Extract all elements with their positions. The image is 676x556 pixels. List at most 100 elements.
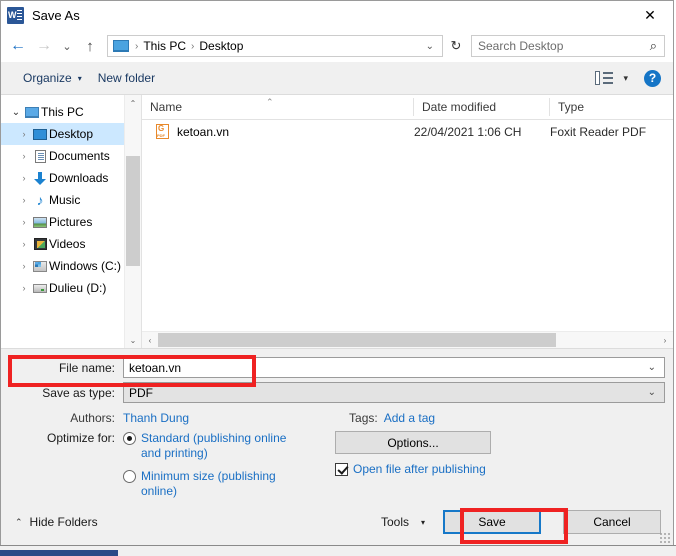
expander-icon[interactable]: ⌄ (9, 107, 23, 118)
chevron-down-icon[interactable]: ⌄ (640, 387, 664, 398)
expander-icon[interactable]: › (17, 151, 31, 161)
save-as-type-row: Save as type: PDF ⌄ (9, 382, 665, 403)
address-bar[interactable]: › This PC › Desktop ⌄ (107, 35, 443, 57)
radio-standard-label: Standard (publishing online and printing… (141, 431, 287, 460)
d-drive-icon (31, 283, 49, 293)
file-name-input[interactable]: ketoan.vn ⌄ (123, 357, 665, 378)
chevron-down-icon: ▾ (77, 73, 82, 83)
chevron-down-icon[interactable]: ⌄ (640, 362, 664, 373)
table-row[interactable]: ketoan.vn 22/04/2021 1:06 CH Foxit Reade… (142, 120, 673, 143)
checkbox-indicator[interactable] (335, 462, 348, 476)
sidebar-item-label: Downloads (49, 171, 109, 185)
expander-icon[interactable]: › (17, 173, 31, 183)
sidebar-item-documents[interactable]: › Documents (1, 145, 141, 167)
column-label: Name (150, 100, 183, 114)
sidebar-item-downloads[interactable]: › Downloads (1, 167, 141, 189)
address-dropdown-icon[interactable]: ⌄ (418, 41, 442, 52)
pictures-icon (31, 216, 49, 228)
sidebar-item-label: Music (49, 193, 81, 207)
recent-locations-icon[interactable]: ⌄ (57, 33, 77, 59)
metadata-row: Authors: Thanh Dung Tags: Add a tag (9, 411, 665, 425)
sidebar-item-dulieu-d[interactable]: › Dulieu (D:) (1, 277, 141, 299)
file-list-header: Name ⌃ Date modified Type (142, 95, 673, 120)
refresh-icon[interactable]: ↻ (445, 35, 467, 57)
sidebar-item-videos[interactable]: › Videos (1, 233, 141, 255)
file-name-text: ketoan.vn (177, 124, 230, 139)
close-icon[interactable]: ✕ (627, 1, 673, 30)
back-icon[interactable]: ← (5, 33, 31, 59)
radio-minimum-indicator[interactable] (123, 470, 136, 483)
cancel-button[interactable]: Cancel (563, 510, 661, 534)
tools-button[interactable]: Tools ▾ (381, 515, 425, 529)
sidebar-item-label: Windows (C:) (49, 259, 122, 273)
expander-icon[interactable]: › (17, 195, 31, 205)
expander-icon[interactable]: › (17, 217, 31, 227)
desktop-icon (31, 128, 49, 140)
radio-standard[interactable]: Standard (publishing online and printing… (123, 431, 291, 461)
scroll-up-icon[interactable]: ⌃ (125, 95, 141, 111)
view-options-icon[interactable] (595, 71, 614, 85)
column-header-type[interactable]: Type (550, 98, 673, 116)
options-button[interactable]: Options... (335, 431, 491, 454)
file-type-cell: Foxit Reader PDF (550, 124, 647, 139)
scroll-left-icon[interactable]: ‹ (142, 332, 158, 348)
organize-label: Organize (23, 71, 72, 85)
organize-button[interactable]: Organize ▾ (15, 67, 90, 89)
open-file-after-publishing-checkbox[interactable]: Open file after publishing (335, 462, 486, 476)
radio-minimum-size[interactable]: Minimum size (publishing online) (123, 469, 291, 499)
sidebar-item-windows-c[interactable]: › Windows (C:) (1, 255, 141, 277)
optimize-row: Optimize for: Standard (publishing onlin… (9, 431, 665, 499)
hide-folders-button[interactable]: ⌃ Hide Folders (15, 515, 98, 529)
help-icon[interactable]: ? (644, 69, 661, 87)
new-folder-button[interactable]: New folder (90, 67, 163, 89)
tree-vertical-scrollbar[interactable]: ⌃ ⌄ (124, 95, 141, 348)
sidebar-item-music[interactable]: › ♪ Music (1, 189, 141, 211)
expander-icon[interactable]: › (17, 129, 31, 139)
authors-value[interactable]: Thanh Dung (123, 411, 189, 425)
optimize-for-label: Optimize for: (46, 431, 115, 445)
footer-actions: Tools ▾ Save Cancel (381, 510, 661, 534)
scroll-down-icon[interactable]: ⌄ (125, 332, 141, 348)
sidebar-item-desktop[interactable]: › Desktop (1, 123, 141, 145)
radio-standard-indicator[interactable] (123, 432, 136, 445)
expander-icon[interactable]: › (17, 283, 31, 293)
authors-label: Authors: (70, 411, 115, 425)
resize-grip[interactable] (660, 533, 670, 543)
sidebar-item-this-pc[interactable]: ⌄ This PC (1, 101, 141, 123)
column-header-date-modified[interactable]: Date modified (414, 98, 550, 116)
sidebar-item-pictures[interactable]: › Pictures (1, 211, 141, 233)
scroll-track[interactable] (125, 111, 141, 332)
search-box[interactable]: ⌕ (471, 35, 665, 57)
save-button[interactable]: Save (443, 510, 541, 534)
sidebar-item-label: Desktop (49, 127, 94, 141)
forward-icon[interactable]: → (31, 33, 57, 59)
this-pc-icon (113, 40, 129, 52)
search-input[interactable] (472, 39, 648, 53)
file-list-horizontal-scrollbar[interactable]: ‹ › (142, 331, 673, 348)
expander-icon[interactable]: › (17, 239, 31, 249)
save-as-type-select[interactable]: PDF ⌄ (123, 382, 665, 403)
file-browser: ⌄ This PC › Desktop › Documents › Downlo… (1, 95, 673, 349)
scroll-thumb[interactable] (158, 333, 556, 347)
view-dropdown-icon[interactable]: ▾ (623, 73, 628, 84)
file-name-value: ketoan.vn (129, 360, 182, 375)
expander-icon[interactable]: › (17, 261, 31, 271)
scroll-right-icon[interactable]: › (657, 332, 673, 348)
music-icon: ♪ (36, 192, 44, 208)
breadcrumb-desktop[interactable]: Desktop (197, 39, 245, 53)
open-file-after-publishing-label: Open file after publishing (353, 462, 486, 476)
breadcrumb-this-pc[interactable]: This PC (141, 39, 188, 53)
file-list-body: ketoan.vn 22/04/2021 1:06 CH Foxit Reade… (142, 120, 673, 331)
sidebar-item-label: Videos (49, 237, 86, 251)
sidebar-item-label: Dulieu (D:) (49, 281, 107, 295)
search-icon[interactable]: ⌕ (648, 38, 664, 54)
chevron-up-icon: ⌃ (15, 516, 23, 527)
c-drive-icon (31, 260, 49, 272)
scroll-thumb[interactable] (126, 156, 140, 266)
add-a-tag-link[interactable]: Add a tag (384, 411, 435, 425)
scroll-track[interactable] (158, 332, 657, 348)
taskbar-strip (0, 545, 676, 556)
up-one-level-icon[interactable]: ↑ (77, 33, 103, 59)
file-name-row: File name: ketoan.vn ⌄ (9, 357, 665, 378)
column-header-name[interactable]: Name ⌃ (142, 98, 414, 116)
